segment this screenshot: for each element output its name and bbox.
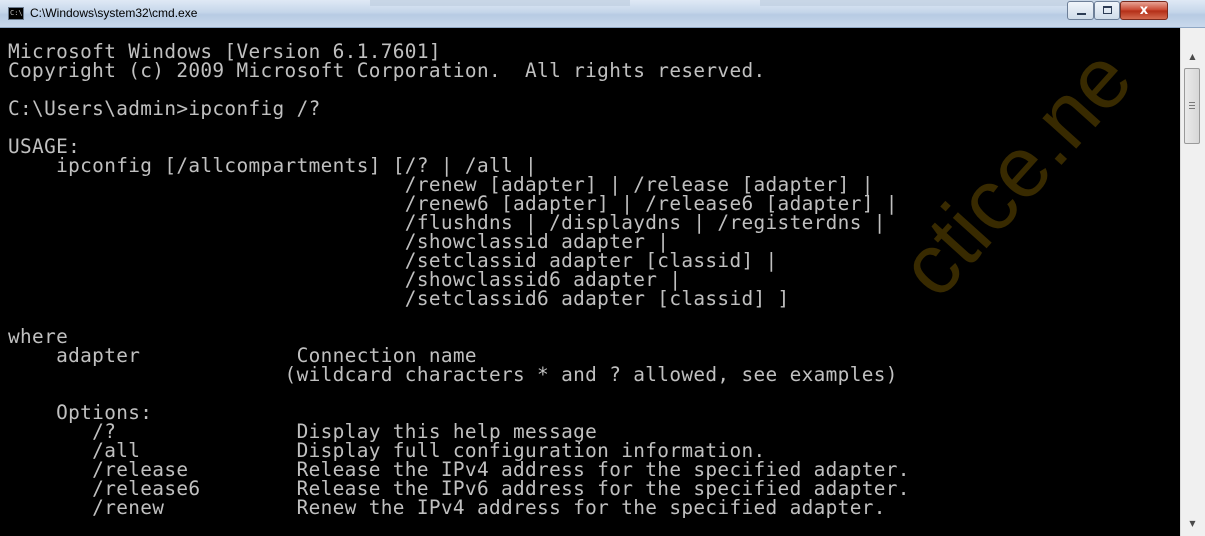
scroll-up-arrow-icon[interactable]: ▲: [1184, 48, 1201, 65]
title-bar[interactable]: C:\ C:\Windows\system32\cmd.exe x: [0, 0, 1205, 28]
console-icon[interactable]: C:\: [8, 7, 24, 20]
scrollbar-thumb[interactable]: [1184, 68, 1200, 144]
thumb-grip: [1189, 108, 1195, 109]
close-icon: x: [1139, 3, 1149, 18]
console-line: C:\Users\admin>ipconfig /?: [8, 97, 321, 120]
maximize-icon: [1103, 6, 1112, 14]
thumb-grip: [1189, 105, 1195, 106]
console-text: Microsoft Windows [Version 6.1.7601] Cop…: [0, 28, 1180, 517]
background-window-strip: [370, 0, 630, 6]
close-button[interactable]: x: [1120, 1, 1168, 20]
window-title: C:\Windows\system32\cmd.exe: [30, 6, 198, 20]
console-line: /renew Renew the IPv4 address for the sp…: [8, 496, 886, 519]
thumb-grip: [1189, 102, 1195, 103]
scroll-down-arrow-icon[interactable]: ▼: [1184, 515, 1201, 532]
minimize-icon: [1077, 13, 1086, 15]
console-output[interactable]: Microsoft Windows [Version 6.1.7601] Cop…: [0, 28, 1180, 536]
maximize-button[interactable]: [1094, 1, 1120, 20]
console-line: /setclassid6 adapter [classid] ]: [8, 287, 790, 310]
vertical-scrollbar[interactable]: ▲ ▼: [1180, 28, 1205, 536]
console-line: Copyright (c) 2009 Microsoft Corporation…: [8, 59, 766, 82]
console-icon-label: C:\: [10, 9, 23, 17]
console-line: (wildcard characters * and ? allowed, se…: [8, 363, 898, 386]
minimize-button[interactable]: [1067, 1, 1094, 20]
